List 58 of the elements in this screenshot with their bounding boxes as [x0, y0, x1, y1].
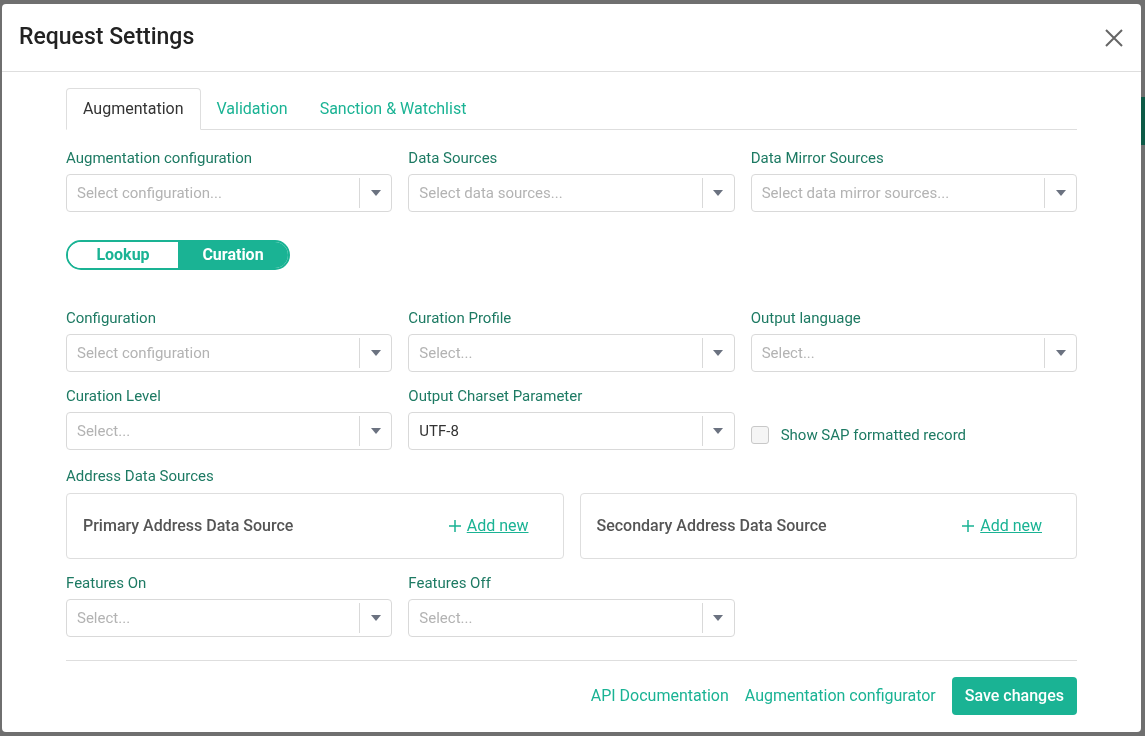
select-placeholder: Select configuration...: [76, 182, 223, 204]
caret-icon: [713, 190, 724, 196]
caret-icon: [713, 615, 724, 621]
select-field[interactable]: Select...: [66, 599, 393, 637]
select-field[interactable]: Select...: [66, 412, 393, 450]
plus-icon: [448, 520, 461, 532]
caret-icon: [370, 350, 381, 356]
section-label: Address Data Sources: [66, 466, 215, 486]
select-field[interactable]: Select data mirror sources...: [750, 174, 1077, 212]
add-new-link[interactable]: Add new: [962, 514, 1042, 538]
card-title: Primary Address Data Source: [83, 515, 294, 537]
dialog-title: Request Settings: [19, 22, 195, 53]
card-title: Secondary Address Data Source: [596, 515, 827, 537]
field-label: Curation Profile: [408, 308, 513, 328]
checkbox[interactable]: [750, 426, 769, 444]
select-placeholder: Select data mirror sources...: [760, 182, 951, 204]
tab[interactable]: Augmentation: [66, 88, 201, 130]
select-field[interactable]: Select configuration...: [66, 174, 393, 212]
select-placeholder: Select...: [418, 607, 474, 629]
plus-icon: [962, 520, 975, 532]
toggle-option[interactable]: Curation: [178, 242, 288, 268]
select-placeholder: Select...: [760, 342, 816, 364]
field-label: Data Sources: [408, 148, 499, 168]
caret-icon: [370, 428, 381, 434]
caret-icon: [713, 350, 724, 356]
add-new-link[interactable]: Add new: [448, 514, 529, 538]
select-placeholder: Select configuration: [76, 342, 211, 364]
select-field[interactable]: Select configuration: [66, 334, 393, 372]
checkbox-label: Show SAP formatted record: [780, 424, 967, 446]
footer-link[interactable]: API Documentation: [590, 684, 729, 708]
save-button[interactable]: Save changes: [951, 677, 1077, 715]
field-label: Features Off: [408, 573, 492, 593]
caret-icon: [713, 428, 724, 434]
field-label: Configuration: [66, 308, 157, 328]
caret-icon: [370, 615, 381, 621]
footer-link[interactable]: Augmentation configurator: [744, 684, 936, 708]
field-label: Augmentation configuration: [66, 148, 253, 168]
caret-icon: [370, 190, 381, 196]
select-field[interactable]: Select...: [408, 599, 735, 637]
select-field[interactable]: Select data sources...: [408, 174, 735, 212]
select-field[interactable]: UTF-8: [408, 412, 735, 450]
select-placeholder: Select data sources...: [418, 182, 564, 204]
field-label: Output language: [750, 308, 862, 328]
tab[interactable]: Validation: [200, 88, 304, 130]
tab[interactable]: Sanction & Watchlist: [303, 88, 483, 130]
close-icon[interactable]: [1103, 26, 1125, 49]
select-field[interactable]: Select...: [408, 334, 735, 372]
caret-icon: [1055, 350, 1066, 356]
field-label: Data Mirror Sources: [750, 148, 885, 168]
select-value: UTF-8: [418, 420, 460, 442]
field-label: Output Charset Parameter: [408, 386, 584, 406]
caret-icon: [1055, 190, 1066, 196]
select-placeholder: Select...: [418, 342, 474, 364]
select-placeholder: Select...: [76, 420, 132, 442]
field-label: Features On: [66, 573, 148, 593]
field-label: Curation Level: [66, 386, 162, 406]
select-placeholder: Select...: [76, 607, 132, 629]
select-field[interactable]: Select...: [750, 334, 1077, 372]
